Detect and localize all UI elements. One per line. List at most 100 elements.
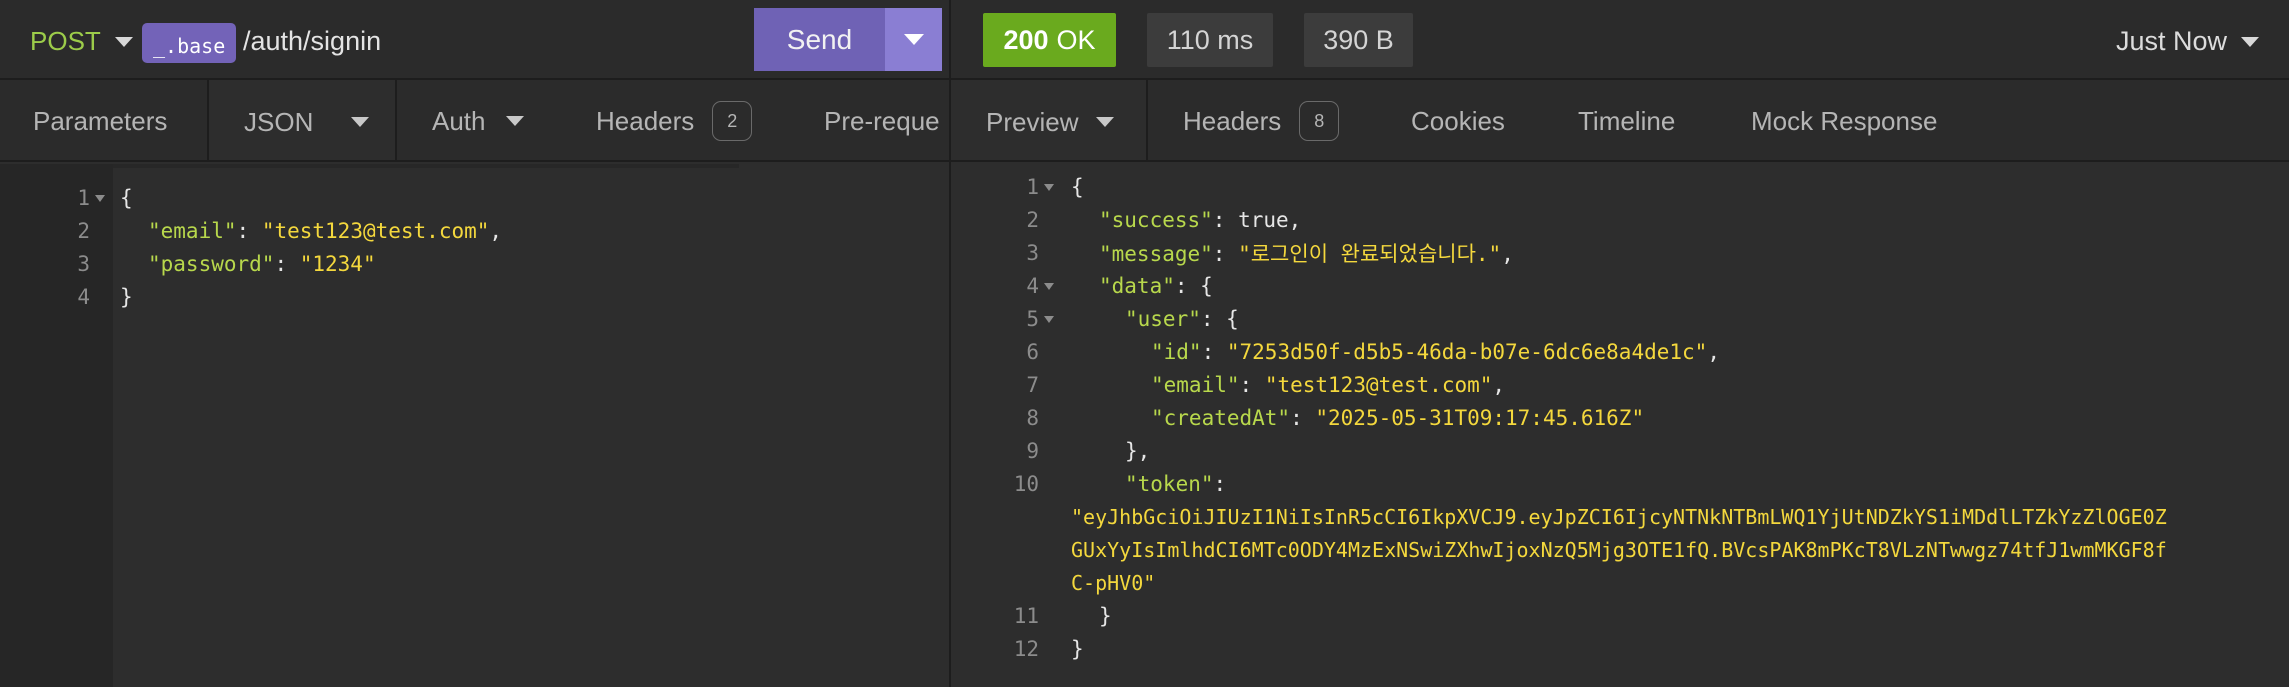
code-line: 12 } — [951, 632, 2289, 665]
code-text: "eyJhbGciOiJIUzI1NiIsInR5cCI6IkpXVCJ9.ey… — [1071, 505, 2167, 529]
tab-label: Mock Response — [1751, 105, 1938, 136]
tab-auth[interactable]: Auth — [432, 80, 524, 160]
response-status-bar: 200 OK 110 ms 390 B Just Now — [951, 0, 2289, 80]
code-line-wrap: C-pHV0" — [951, 566, 2289, 599]
line-number: 3 — [1026, 240, 1039, 265]
tab-timeline[interactable]: Timeline — [1578, 80, 1676, 160]
code-line: 3 "message": "로그인이 완료되었습니다.", — [951, 236, 2289, 269]
history-label: Just Now — [2115, 26, 2227, 56]
preview-chevron-down-icon — [1096, 117, 1115, 127]
response-headers-count-badge: 8 — [1299, 101, 1340, 141]
request-editor-shadow — [113, 164, 739, 168]
code-line-wrap: "eyJhbGciOiJIUzI1NiIsInR5cCI6IkpXVCJ9.ey… — [951, 500, 2289, 533]
code-line: 6 "id": "7253d50f-d5b5-46da-b07e-6dc6e8a… — [951, 335, 2289, 368]
tab-label: Timeline — [1578, 105, 1676, 136]
tab-label: JSON — [244, 106, 314, 137]
code-text: C-pHV0" — [1071, 571, 1155, 595]
response-preview[interactable]: 1 { 2 "success": true, 3 "message": "로그인… — [951, 170, 2289, 687]
line-number: 2 — [77, 218, 90, 243]
tab-label: Pre-reque — [824, 105, 940, 136]
tab-pre-request[interactable]: Pre-reque — [824, 80, 940, 160]
tab-headers[interactable]: Headers 2 — [596, 80, 753, 160]
url-input[interactable]: /auth/signin — [243, 26, 381, 57]
method-chevron-down-icon — [114, 36, 133, 47]
tab-response-headers[interactable]: Headers 8 — [1183, 80, 1340, 160]
tab-mock-response[interactable]: Mock Response — [1751, 80, 1938, 160]
tab-label: Headers — [596, 105, 695, 136]
line-number: 8 — [1026, 405, 1039, 430]
method-select[interactable]: POST — [30, 26, 133, 57]
method-label: POST — [30, 26, 101, 56]
status-code: 200 — [1003, 24, 1049, 55]
json-string: C-pHV0" — [1071, 570, 1156, 595]
tab-json[interactable]: JSON — [207, 80, 397, 160]
json-string: "test123@test.com" — [261, 218, 490, 243]
code-text: "email": "test123@test.com", — [148, 218, 503, 243]
line-number: 10 — [1013, 471, 1039, 496]
line-number: 4 — [77, 284, 90, 309]
fold-caret-icon[interactable] — [1044, 184, 1054, 191]
response-history-dropdown[interactable]: Just Now — [2116, 26, 2259, 57]
code-line: 4 "data": { — [951, 269, 2289, 302]
json-key: "user" — [1125, 306, 1201, 331]
response-time-badge: 110 ms — [1147, 13, 1273, 67]
code-text: GUxYyIsImlhdCI6MTc0ODY4MzExNSwiZXhwIjoxN… — [1071, 538, 2167, 562]
code-text: "message": "로그인이 완료되었습니다.", — [1099, 241, 1514, 266]
headers-count-badge: 2 — [712, 101, 753, 141]
json-key: "password" — [148, 251, 275, 276]
fold-caret-icon[interactable] — [1044, 316, 1054, 323]
tab-cookies[interactable]: Cookies — [1411, 80, 1505, 160]
code-text: } — [1071, 636, 1084, 661]
code-text: "email": "test123@test.com", — [1151, 372, 1506, 397]
tab-label: Headers — [1183, 105, 1282, 136]
history-chevron-down-icon — [2241, 36, 2259, 47]
code-line: 4 } — [0, 280, 949, 313]
environment-variable-chip[interactable]: _.base — [142, 23, 237, 63]
code-line: 8 "createdAt": "2025-05-31T09:17:45.616Z… — [951, 401, 2289, 434]
request-tabs: Parameters JSON Auth Headers 2 Pre-reque — [0, 80, 949, 162]
tab-label: Cookies — [1411, 105, 1505, 136]
request-body-editor[interactable]: 1 { 2 "email": "test123@test.com", 3 "pa… — [0, 181, 949, 687]
request-url-bar: POST _.base /auth/signin Send — [0, 0, 949, 80]
code-text: "success": true, — [1099, 207, 1302, 232]
code-line: 5 "user": { — [951, 302, 2289, 335]
tab-preview[interactable]: Preview — [951, 80, 1148, 160]
json-string: GUxYyIsImlhdCI6MTc0ODY4MzExNSwiZXhwIjoxN… — [1071, 537, 2167, 562]
json-boolean: true — [1238, 207, 1289, 232]
tab-parameters[interactable]: Parameters — [33, 80, 167, 160]
send-chevron-down-icon — [903, 34, 924, 45]
line-number: 3 — [77, 251, 90, 276]
code-text: "id": "7253d50f-d5b5-46da-b07e-6dc6e8a4d… — [1151, 339, 1720, 364]
code-text: }, — [1125, 438, 1151, 463]
send-button[interactable]: Send — [754, 8, 885, 71]
code-line: 11 } — [951, 599, 2289, 632]
json-chevron-down-icon — [351, 117, 370, 127]
code-line: 1 { — [0, 181, 949, 214]
status-badge: 200 OK — [983, 13, 1116, 67]
code-text: "user": { — [1125, 306, 1239, 331]
line-number: 4 — [1026, 273, 1039, 298]
line-number: 5 — [1026, 306, 1039, 331]
line-number: 9 — [1026, 438, 1039, 463]
code-line: 3 "password": "1234" — [0, 247, 949, 280]
fold-caret-icon[interactable] — [95, 195, 105, 202]
json-key: "message" — [1099, 241, 1213, 266]
code-text: "createdAt": "2025-05-31T09:17:45.616Z" — [1151, 405, 1645, 430]
response-pane: 200 OK 110 ms 390 B Just Now Preview Hea… — [951, 0, 2289, 687]
send-options-dropdown[interactable] — [885, 8, 942, 71]
code-line: 2 "email": "test123@test.com", — [0, 214, 949, 247]
response-tabs: Preview Headers 8 Cookies Timeline Mock … — [951, 80, 2289, 162]
code-text: { — [1071, 174, 1084, 199]
code-line: 1 { — [951, 170, 2289, 203]
fold-caret-icon[interactable] — [1044, 283, 1054, 290]
json-string: "7253d50f-d5b5-46da-b07e-6dc6e8a4de1c" — [1226, 339, 1708, 364]
json-key: "id" — [1151, 339, 1202, 364]
code-text: } — [1099, 603, 1112, 628]
json-string: "eyJhbGciOiJIUzI1NiIsInR5cCI6IkpXVCJ9.ey… — [1071, 504, 2167, 529]
line-number: 12 — [1013, 636, 1039, 661]
code-line: 2 "success": true, — [951, 203, 2289, 236]
auth-chevron-down-icon — [505, 116, 524, 126]
code-line: 10 "token": — [951, 467, 2289, 500]
json-string: "1234" — [299, 251, 376, 276]
json-string: "test123@test.com" — [1264, 372, 1493, 397]
